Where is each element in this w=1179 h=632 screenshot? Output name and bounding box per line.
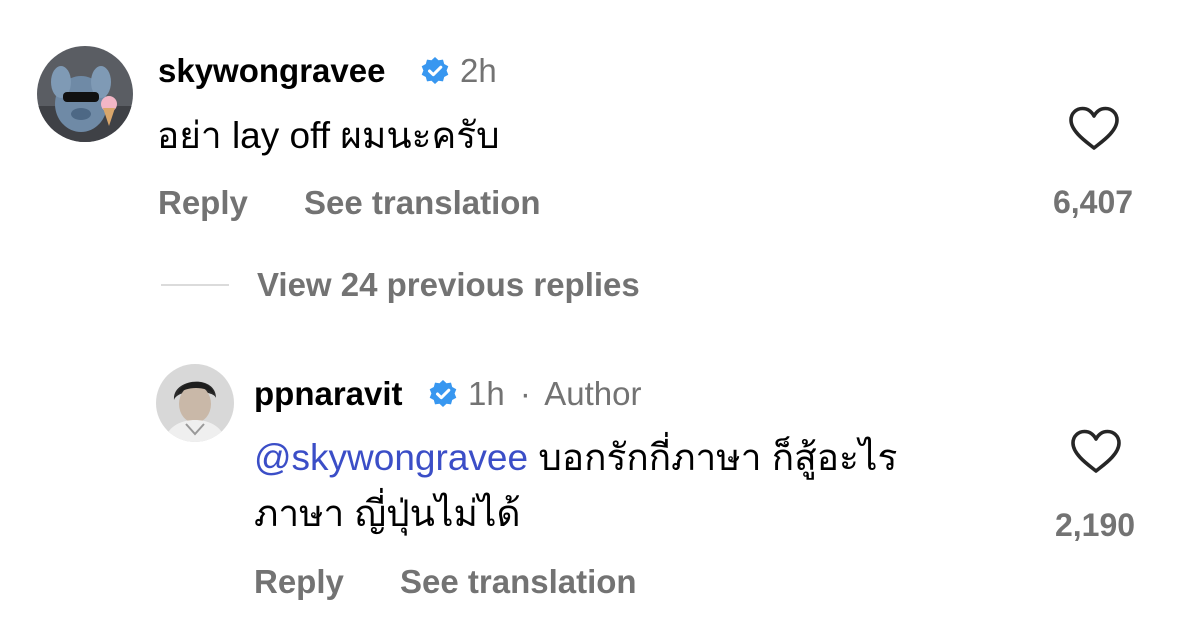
avatar-image (37, 46, 133, 142)
see-translation-button[interactable]: See translation (304, 186, 541, 219)
reply-text-part-1: บอกรักกี่ภาษา ก็สู้อะไร (528, 437, 898, 478)
avatar-image (156, 364, 234, 442)
reply-timestamp: 1h · Author (468, 377, 641, 410)
like-count: 6,407 (1052, 184, 1134, 220)
author-label: Author (544, 375, 642, 412)
verified-badge-icon (420, 56, 450, 86)
reply-button[interactable]: Reply (254, 565, 344, 598)
reply-time: 1h (468, 375, 505, 412)
like-heart-icon[interactable] (1068, 106, 1120, 157)
see-translation-button[interactable]: See translation (400, 565, 637, 598)
replies-divider (161, 284, 229, 286)
verified-badge-icon (428, 379, 458, 409)
avatar-skywongravee[interactable] (37, 46, 133, 142)
like-count: 2,190 (1054, 507, 1136, 543)
reply-username[interactable]: ppnaravit (254, 377, 403, 410)
comment-timestamp: 2h (460, 52, 497, 89)
meta-separator: · (519, 375, 531, 412)
like-heart-icon[interactable] (1070, 429, 1122, 480)
comment-username[interactable]: skywongravee (158, 54, 385, 87)
reply-text: @skywongravee บอกรักกี่ภาษา ก็สู้อะไร ภา… (254, 430, 1014, 541)
comment-text: อย่า lay off ผมนะครับ (157, 115, 500, 156)
reply-button[interactable]: Reply (158, 186, 248, 219)
reply-text-line-1: @skywongravee บอกรักกี่ภาษา ก็สู้อะไร (254, 430, 1014, 486)
reply-text-line-2: ภาษา ญี่ปุ่นไม่ได้ (254, 492, 521, 534)
avatar-ppnaravit[interactable] (156, 364, 234, 442)
view-previous-replies-button[interactable]: View 24 previous replies (257, 268, 640, 301)
mention-link[interactable]: @skywongravee (254, 437, 528, 478)
